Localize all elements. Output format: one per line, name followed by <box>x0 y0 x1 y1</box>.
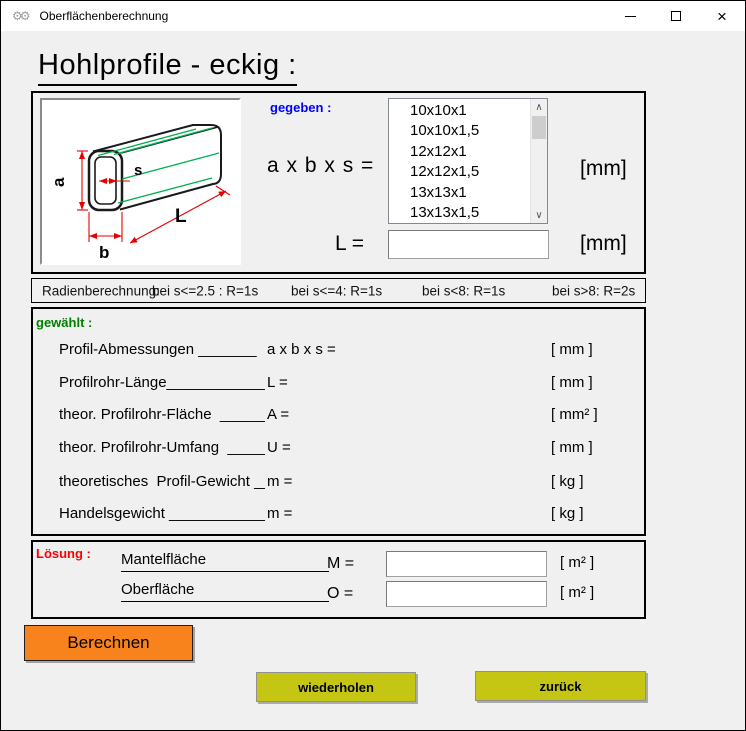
solution-row: Mantelfläche M = [ m² ] <box>33 551 644 581</box>
row-unit: [ kg ] <box>551 473 584 490</box>
unit-mm-label: [mm] <box>580 232 627 256</box>
row-unit: [ m² ] <box>560 584 594 601</box>
row-symbol: U = <box>267 439 291 456</box>
mantelflaeche-input[interactable] <box>386 551 547 577</box>
minimize-button[interactable] <box>607 1 653 31</box>
list-item[interactable]: 12x12x1 <box>389 142 530 162</box>
chosen-row: Profilrohr-Länge____________ L = [ mm ] <box>33 374 644 407</box>
profile-diagram: a b s L <box>40 98 241 265</box>
row-name: Mantelfläche <box>121 551 329 572</box>
axbxs-label: a x b x s = <box>267 154 374 178</box>
profile-listbox[interactable]: 10x10x1 10x10x1,5 12x12x1 12x12x1,5 13x1… <box>388 98 548 224</box>
radius-rule: bei s<=4: R=1s <box>291 283 382 298</box>
tube-drawing: a b s L <box>42 100 239 263</box>
row-symbol: m = <box>267 473 292 490</box>
given-groupbox: a b s L gegeben : 10x10x1 10x10x1,5 12x1… <box>31 91 646 274</box>
app-window: ⚙⚙ Oberflächenberechnung × Hohlprofile -… <box>0 0 746 731</box>
chosen-row: Profil-Abmessungen _______ a x b x s = [… <box>33 341 644 374</box>
dim-label-L: L <box>175 206 187 227</box>
dim-label-s: s <box>134 162 142 179</box>
calculate-button[interactable]: Berechnen <box>24 625 193 661</box>
back-button[interactable]: zurück <box>475 671 646 701</box>
row-name: Profilrohr-Länge____________ <box>59 374 265 391</box>
solution-groupbox: Lösung : Mantelfläche M = [ m² ] Oberflä… <box>31 540 646 619</box>
titlebar: ⚙⚙ Oberflächenberechnung × <box>1 1 745 31</box>
minimize-icon <box>625 16 636 17</box>
chosen-row: theor. Profilrohr-Fläche ______ A = [ mm… <box>33 406 644 439</box>
repeat-button[interactable]: wiederholen <box>256 672 416 702</box>
row-name: theor. Profilrohr-Fläche ______ <box>59 406 265 423</box>
dim-label-b: b <box>99 243 109 262</box>
chosen-groupbox: gewählt : Profil-Abmessungen _______ a x… <box>31 307 646 536</box>
unit-mm-label: [mm] <box>580 157 627 181</box>
listbox-scrollbar[interactable]: ∧ ∨ <box>530 99 547 223</box>
oberflaeche-input[interactable] <box>386 581 547 607</box>
row-name: Handelsgewicht ____________ <box>59 505 265 522</box>
page-title: Hohlprofile - eckig : <box>38 49 297 86</box>
maximize-button[interactable] <box>653 1 699 31</box>
scrollbar-down-icon[interactable]: ∨ <box>531 207 547 223</box>
radius-rule: bei s<8: R=1s <box>422 283 505 298</box>
close-icon: × <box>717 8 727 25</box>
row-symbol: O = <box>327 585 353 603</box>
gears-icon: ⚙⚙ <box>12 9 28 23</box>
content-area: Hohlprofile - eckig : <box>1 31 745 730</box>
row-symbol: a x b x s = <box>267 341 336 358</box>
row-name: theor. Profilrohr-Umfang _____ <box>59 439 265 456</box>
scrollbar-up-icon[interactable]: ∧ <box>531 99 547 115</box>
dim-label-a: a <box>49 177 68 187</box>
length-input[interactable] <box>388 230 549 259</box>
list-item[interactable]: 13x13x1,5 <box>389 203 530 223</box>
close-button[interactable]: × <box>699 1 745 31</box>
row-unit: [ mm ] <box>551 374 593 391</box>
maximize-icon <box>671 11 681 21</box>
chosen-row: theoretisches Profil-Gewicht ___ m = [ k… <box>33 473 644 506</box>
row-name: theoretisches Profil-Gewicht ___ <box>59 473 265 490</box>
given-label: gegeben : <box>270 100 331 115</box>
row-symbol: L = <box>267 374 288 391</box>
list-item[interactable]: 13x13x1 <box>389 183 530 203</box>
list-item[interactable]: 10x10x1 <box>389 101 530 121</box>
row-unit: [ mm² ] <box>551 406 598 423</box>
list-item[interactable]: 12x12x1,5 <box>389 162 530 182</box>
chosen-label: gewählt : <box>36 315 92 330</box>
window-title: Oberflächenberechnung <box>40 9 169 23</box>
row-symbol: M = <box>327 555 354 573</box>
row-unit: [ mm ] <box>551 341 593 358</box>
radius-rule-strip: Radienberechnung: bei s<=2.5 : R=1s bei … <box>31 278 646 303</box>
row-unit: [ mm ] <box>551 439 593 456</box>
row-symbol: m = <box>267 505 292 522</box>
row-symbol: A = <box>267 406 289 423</box>
radius-rule: bei s<=2.5 : R=1s <box>152 283 258 298</box>
radius-rule-label: Radienberechnung: <box>42 283 160 298</box>
length-label: L = <box>335 232 364 256</box>
chosen-row: Handelsgewicht ____________ m = [ kg ] <box>33 505 644 538</box>
radius-rule: bei s>8: R=2s <box>552 283 635 298</box>
solution-row: Oberfläche O = [ m² ] <box>33 581 644 611</box>
list-item[interactable]: 10x10x1,5 <box>389 121 530 141</box>
row-unit: [ kg ] <box>551 505 584 522</box>
row-name: Oberfläche <box>121 581 329 602</box>
chosen-row: theor. Profilrohr-Umfang _____ U = [ mm … <box>33 439 644 472</box>
scrollbar-thumb[interactable] <box>532 116 546 139</box>
row-unit: [ m² ] <box>560 554 594 571</box>
row-name: Profil-Abmessungen _______ <box>59 341 265 358</box>
